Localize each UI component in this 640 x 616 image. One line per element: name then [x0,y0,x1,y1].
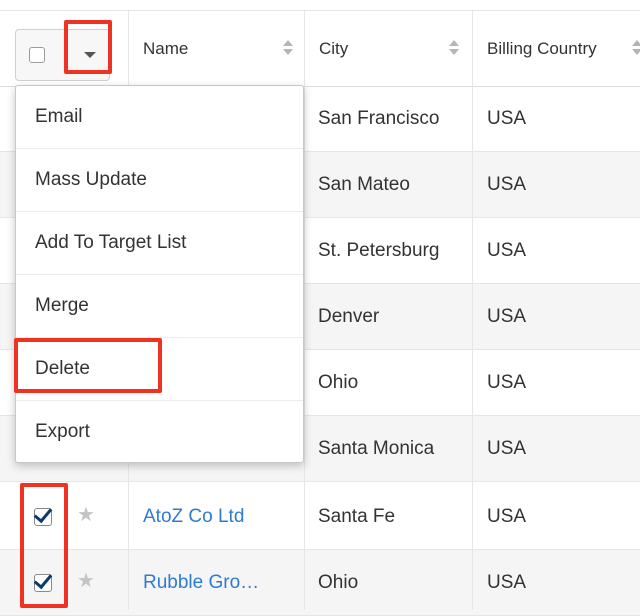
menu-item-add-to-target-list[interactable]: Add To Target List [16,212,303,275]
billing-country-cell: USA [487,506,527,527]
city-cell: Ohio [318,572,359,593]
billing-country-cell: USA [487,372,527,393]
star-icon[interactable]: ★ [77,502,95,527]
city-cell: St. Petersburg [318,240,440,261]
billing-country-cell: USA [487,108,527,129]
check-icon [33,503,53,524]
menu-item-merge[interactable]: Merge [16,275,303,338]
check-icon [33,569,53,590]
menu-item-export[interactable]: Export [16,401,303,464]
billing-country-cell: USA [487,572,527,593]
table-header: Name City Billing Country [0,10,640,87]
billing-country-cell: USA [487,438,527,459]
sort-icon[interactable] [283,40,293,56]
menu-item-delete[interactable]: Delete [16,338,303,401]
city-cell: Ohio [318,372,359,393]
menu-item-email[interactable]: Email [16,86,303,149]
column-header-billing-country[interactable]: Billing Country [487,11,640,86]
billing-country-cell: USA [487,306,527,327]
column-divider [304,10,305,610]
table-row[interactable]: ★ AtoZ Co Ltd Santa Fe USA [0,484,640,550]
city-cell: Santa Fe [318,506,396,527]
mass-select-group [15,29,110,81]
actions-dropdown-menu: Email Mass Update Add To Target List Mer… [15,85,304,463]
record-name-link[interactable]: AtoZ Co Ltd [143,484,244,550]
column-divider [472,10,473,610]
billing-country-cell: USA [487,174,527,195]
actions-dropdown-button[interactable] [68,30,110,80]
city-cell: Denver [318,306,380,327]
row-checkbox[interactable] [33,503,53,526]
column-label-city: City [319,38,349,58]
city-cell: Santa Monica [318,438,435,459]
city-cell: San Mateo [318,174,410,195]
record-name-link[interactable]: Rubble Gro… [143,550,259,616]
star-icon[interactable]: ★ [77,568,95,593]
city-cell: San Francisco [318,108,440,129]
table-row[interactable]: ★ Rubble Gro… Ohio USA [0,550,640,616]
select-all-checkbox[interactable] [29,47,45,63]
column-label-billing-country: Billing Country [487,38,597,58]
column-label-name: Name [143,38,189,58]
sort-icon[interactable] [632,40,640,56]
billing-country-cell: USA [487,240,527,261]
menu-item-mass-update[interactable]: Mass Update [16,149,303,212]
row-checkbox[interactable] [33,569,53,592]
column-header-city[interactable]: City [319,11,471,86]
column-header-name[interactable]: Name [143,11,305,86]
sort-icon[interactable] [449,40,459,56]
records-table: Name City Billing Country San Francisco … [0,0,640,616]
